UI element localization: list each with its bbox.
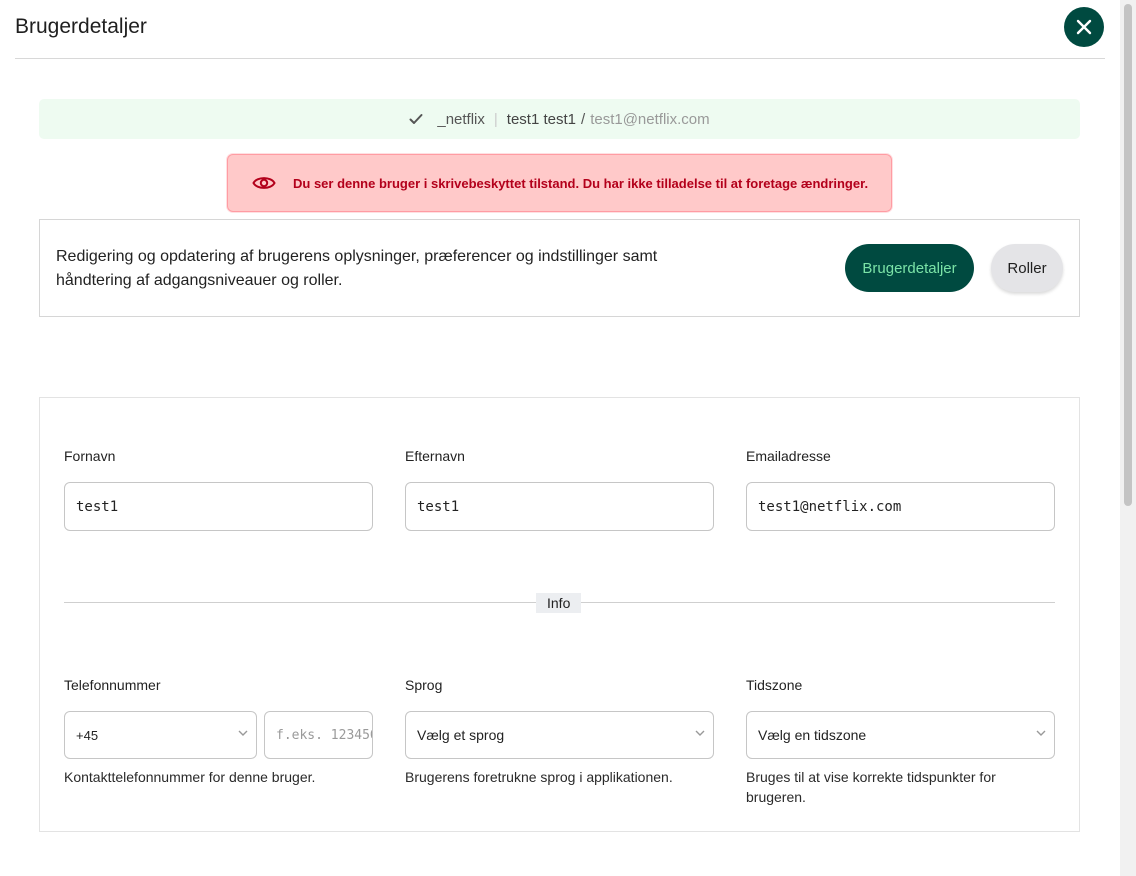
chevron-down-icon: [695, 730, 705, 736]
timezone-value: Vælg en tidszone: [758, 727, 867, 743]
user-summary-bar: _netflix | test1 test1 / test1@netflix.c…: [39, 99, 1080, 139]
first-name-label: Fornavn: [64, 448, 116, 464]
email-label: Emailadresse: [746, 448, 831, 464]
last-name-label: Efternavn: [405, 448, 465, 464]
separator: |: [493, 110, 498, 128]
first-name-field[interactable]: test1: [64, 482, 373, 531]
modal-header: Brugerdetaljer: [15, 0, 1105, 59]
slash-separator: /: [581, 110, 586, 128]
close-icon: [1075, 18, 1093, 36]
phone-placeholder: f.eks. 12345678: [276, 727, 372, 743]
vertical-scrollbar[interactable]: [1120, 0, 1136, 876]
last-name-field[interactable]: test1: [405, 482, 714, 531]
chevron-down-icon: [238, 730, 248, 736]
country-code-select[interactable]: +45: [64, 711, 257, 759]
close-button[interactable]: [1064, 7, 1104, 47]
phone-label: Telefonnummer: [64, 677, 161, 693]
tab-brugerdetaljer[interactable]: Brugerdetaljer: [845, 244, 974, 292]
intro-panel: Redigering og opdatering af brugerens op…: [39, 219, 1080, 317]
country-code-value: +45: [76, 727, 99, 743]
timezone-label: Tidszone: [746, 677, 803, 693]
scrollbar-thumb[interactable]: [1124, 4, 1132, 506]
alert-message: Du ser denne bruger i skrivebeskyttet ti…: [293, 175, 869, 191]
readonly-alert: Du ser denne bruger i skrivebeskyttet ti…: [227, 154, 892, 212]
section-label-info: Info: [536, 593, 582, 613]
email-field[interactable]: test1@netflix.com: [746, 482, 1055, 531]
user-email: test1@netflix.com: [590, 110, 710, 128]
language-select[interactable]: Vælg et sprog: [405, 711, 714, 759]
user-details-modal: Brugerdetaljer _netflix | test1 test1 / …: [0, 0, 1120, 876]
language-label: Sprog: [405, 677, 443, 693]
organization-name: _netflix: [437, 110, 485, 128]
modal-title: Brugerdetaljer: [15, 15, 147, 38]
intro-description: Redigering og opdatering af brugerens op…: [56, 248, 658, 289]
language-value: Vælg et sprog: [417, 727, 505, 743]
user-details-form: Fornavn test1 Efternavn test1 Emailadres…: [39, 397, 1080, 832]
timezone-select[interactable]: Vælg en tidszone: [746, 711, 1055, 759]
phone-help-text: Kontakttelefonnummer for denne bruger.: [64, 769, 316, 785]
check-icon: [409, 113, 423, 125]
timezone-help-text: Bruges til at vise korrekte tidspunkter …: [746, 769, 996, 805]
phone-number-input[interactable]: f.eks. 12345678: [264, 711, 373, 759]
chevron-down-icon: [1036, 730, 1046, 736]
eye-icon: [252, 175, 276, 191]
language-help-text: Brugerens foretrukne sprog i applikation…: [405, 769, 673, 785]
tab-roller[interactable]: Roller: [991, 244, 1063, 292]
user-full-name: test1 test1: [506, 110, 577, 128]
